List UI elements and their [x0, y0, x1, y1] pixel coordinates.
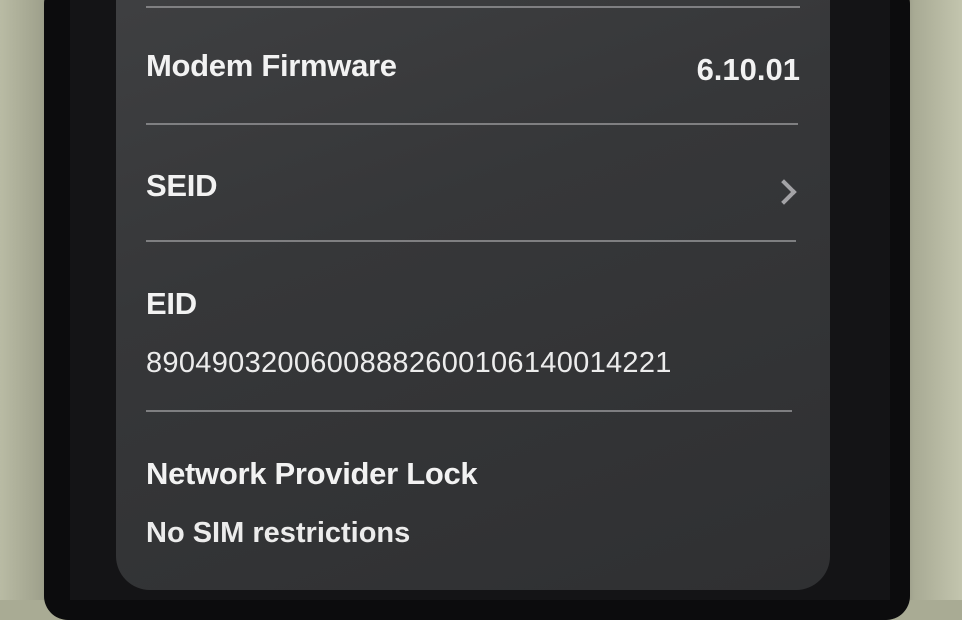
eid-value: 89049032006008882600106140014221: [146, 347, 672, 379]
network-provider-lock-value: No SIM restrictions: [146, 517, 411, 549]
network-provider-lock-label: Network Provider Lock: [146, 456, 478, 491]
eid-label: EID: [146, 286, 197, 321]
modem-firmware-value: 6.10.01: [696, 52, 800, 87]
row-network-provider-lock: [116, 412, 830, 582]
seid-label: SEID: [146, 168, 218, 203]
row-seid[interactable]: [116, 125, 830, 239]
row-eid: [116, 242, 830, 410]
modem-firmware-label: Modem Firmware: [146, 48, 397, 83]
